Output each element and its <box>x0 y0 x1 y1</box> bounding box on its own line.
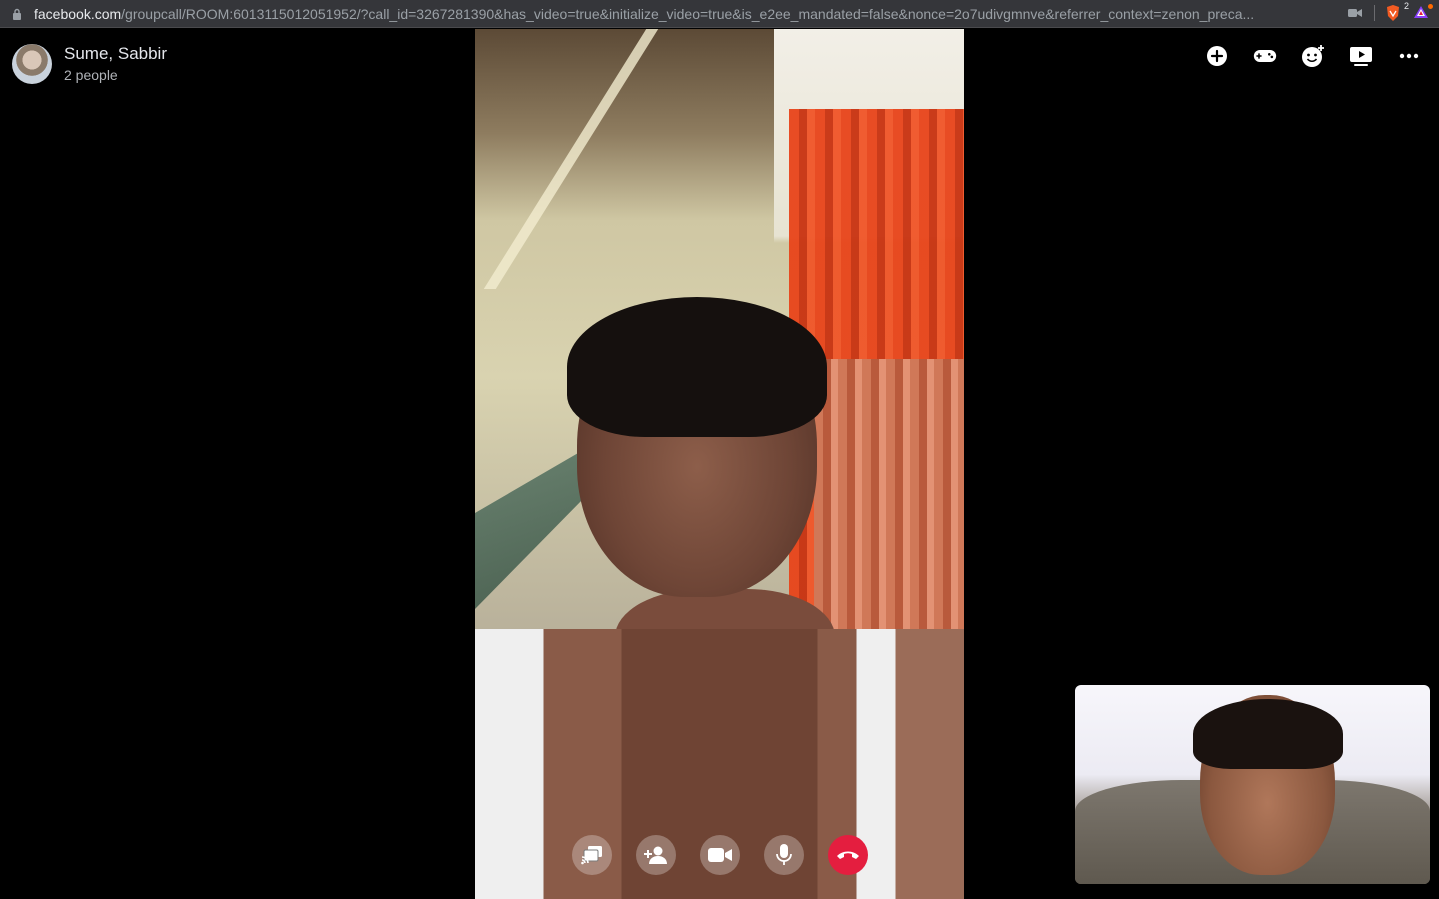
add-effect-icon[interactable] <box>1301 44 1325 68</box>
hang-up-icon <box>837 851 859 859</box>
add-person-icon <box>644 846 667 864</box>
brave-rewards-icon[interactable] <box>1413 4 1433 22</box>
share-screen-icon <box>581 846 602 865</box>
add-people-button[interactable] <box>636 835 676 875</box>
video-camera-icon <box>708 848 732 862</box>
more-options-icon[interactable] <box>1397 44 1421 68</box>
call-controls <box>572 835 868 875</box>
url-text[interactable]: facebook.com/groupcall/ROOM:601311501205… <box>34 6 1330 22</box>
add-icon[interactable] <box>1205 44 1229 68</box>
call-header: Sume, Sabbir 2 people <box>12 44 167 86</box>
end-call-button[interactable] <box>828 835 868 875</box>
url-domain: facebook.com <box>34 5 122 22</box>
lock-icon[interactable] <box>12 8 22 20</box>
notification-dot <box>1428 4 1433 9</box>
top-actions-bar <box>1205 44 1421 68</box>
remote-participant-hair <box>567 297 827 437</box>
brave-shield-count: 2 <box>1403 1 1409 11</box>
group-avatar[interactable] <box>12 44 52 84</box>
self-video-preview[interactable] <box>1075 685 1430 884</box>
remote-participant <box>567 297 827 627</box>
microphone-button[interactable] <box>764 835 804 875</box>
watch-together-icon[interactable] <box>1349 44 1373 68</box>
url-path: /groupcall/ROOM:6013115012051952/?call_i… <box>121 5 1255 22</box>
video-toggle-button[interactable] <box>700 835 740 875</box>
call-title: Sume, Sabbir <box>64 44 167 63</box>
microphone-icon <box>776 844 792 865</box>
camera-in-use-icon[interactable] <box>1348 5 1364 21</box>
remote-video[interactable] <box>475 29 964 899</box>
self-participant-hair <box>1193 699 1343 769</box>
call-participant-count: 2 people <box>64 67 118 83</box>
toolbar-separator <box>1374 5 1375 21</box>
video-ceiling-beam <box>483 29 659 289</box>
share-screen-button[interactable] <box>572 835 612 875</box>
browser-address-bar[interactable]: facebook.com/groupcall/ROOM:601311501205… <box>0 0 1439 28</box>
brave-shield-icon[interactable]: 2 <box>1385 1 1409 22</box>
games-icon[interactable] <box>1253 44 1277 68</box>
